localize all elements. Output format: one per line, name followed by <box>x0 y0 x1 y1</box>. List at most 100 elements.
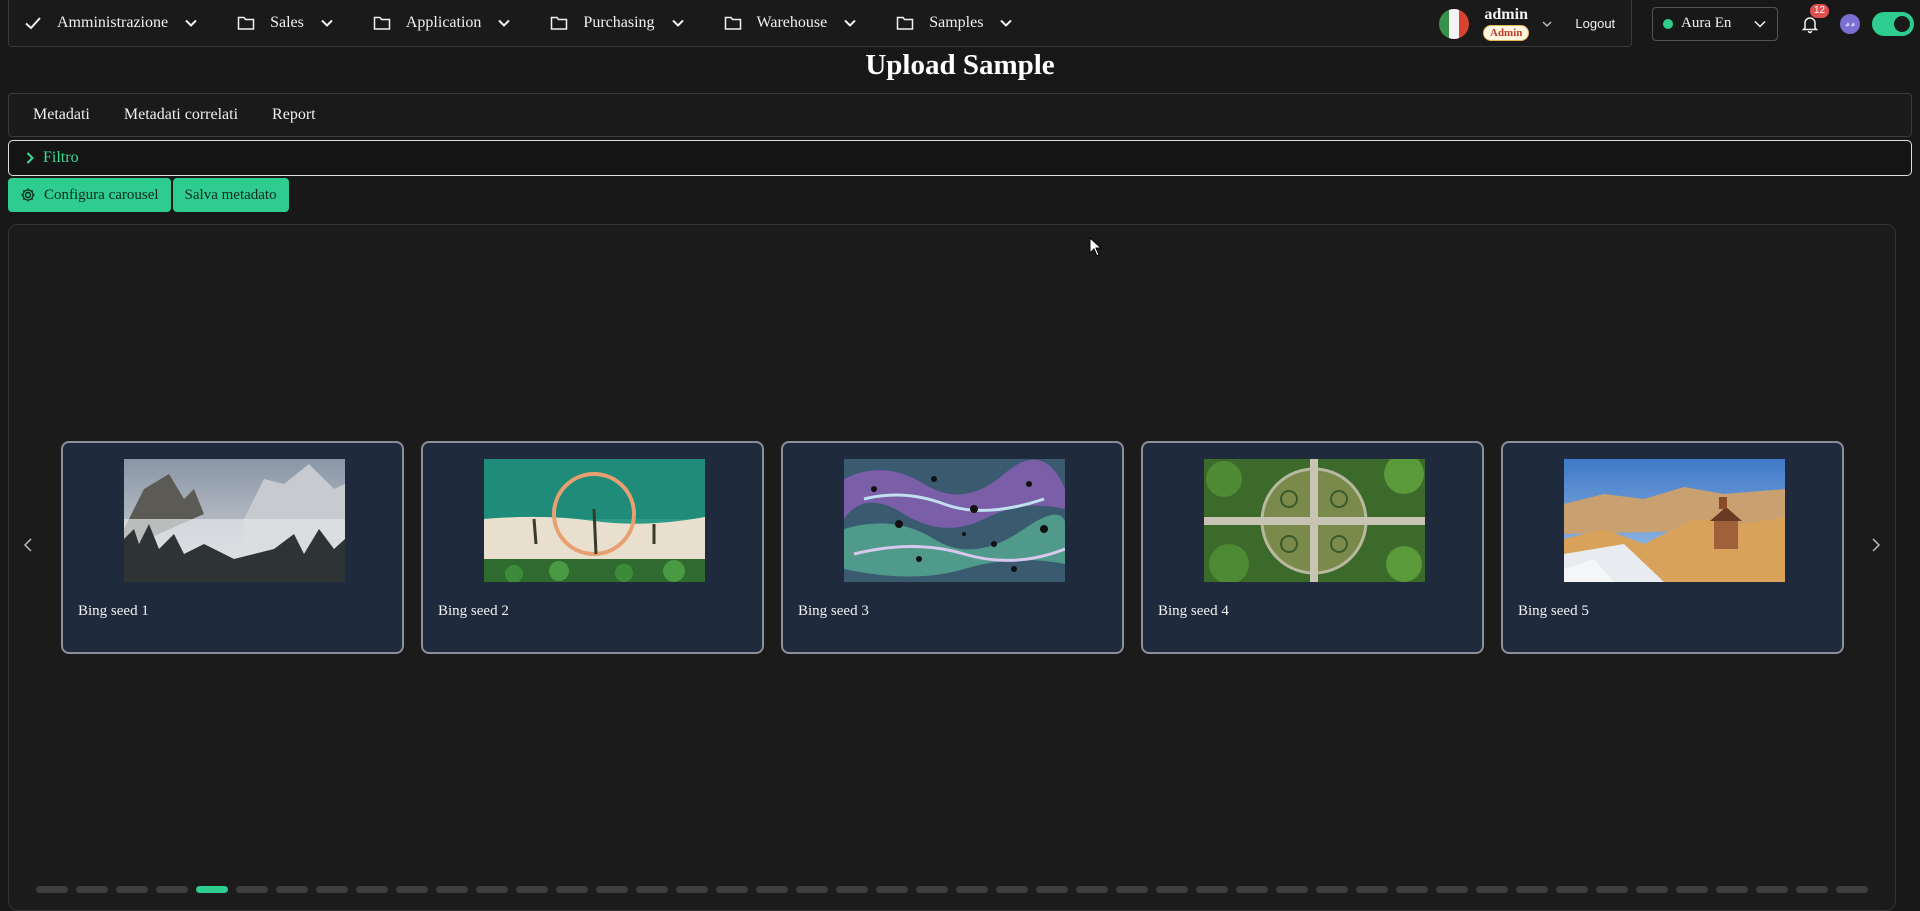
carousel-page-indicator[interactable] <box>1356 886 1388 893</box>
nav-item-purchasing[interactable]: Purchasing <box>549 0 684 46</box>
carousel-page-indicator[interactable] <box>1796 886 1828 893</box>
nav-item-warehouse[interactable]: Warehouse <box>723 0 858 46</box>
nav-item-label: Application <box>405 14 482 31</box>
filter-label: Filtro <box>43 149 79 166</box>
carousel-page-indicator[interactable] <box>116 886 148 893</box>
carousel-page-indicator[interactable] <box>1756 886 1788 893</box>
header-right-panel: Aura En 12 ◕◕ <box>1640 0 1920 47</box>
carousel-page-indicator[interactable] <box>516 886 548 893</box>
carousel-page-indicator[interactable] <box>316 886 348 893</box>
logout-button[interactable]: Logout <box>1575 16 1615 31</box>
carousel-page-indicator[interactable] <box>756 886 788 893</box>
carousel-page-indicator[interactable] <box>1236 886 1268 893</box>
carousel-page-indicator[interactable] <box>76 886 108 893</box>
carousel-page-indicator[interactable] <box>1516 886 1548 893</box>
abalone-shell-texture-image <box>844 459 1065 582</box>
tab-report[interactable]: Report <box>272 106 316 124</box>
user-name: admin <box>1484 5 1528 23</box>
carousel-page-indicator[interactable] <box>1556 886 1588 893</box>
folder-icon <box>549 13 569 33</box>
carousel-page-indicator[interactable] <box>1436 886 1468 893</box>
nav-item-amministrazione[interactable]: Amministrazione <box>23 0 198 46</box>
carousel-page-indicator[interactable] <box>596 886 628 893</box>
carousel-page-indicator[interactable] <box>1276 886 1308 893</box>
nav-item-sales[interactable]: Sales <box>236 0 334 46</box>
nav-item-label: Warehouse <box>756 14 828 31</box>
carousel-page-indicator[interactable] <box>1636 886 1668 893</box>
tab-metadati-correlati[interactable]: Metadati correlati <box>124 106 238 124</box>
carousel-page-indicator[interactable] <box>836 886 868 893</box>
mountain-chapel-sunset-image <box>1564 459 1785 582</box>
carousel-pagination <box>36 886 1868 893</box>
card-caption: Bing seed 3 <box>798 603 869 619</box>
chevron-down-icon <box>844 19 856 27</box>
carousel-page-indicator[interactable] <box>36 886 68 893</box>
tab-metadati[interactable]: Metadati <box>33 106 90 124</box>
carousel-page-indicator[interactable] <box>476 886 508 893</box>
user-info[interactable]: admin Admin <box>1483 5 1530 41</box>
carousel-page-indicator[interactable] <box>1596 886 1628 893</box>
carousel-page-indicator[interactable] <box>1116 886 1148 893</box>
italy-flag-icon[interactable] <box>1439 8 1469 39</box>
carousel-next-arrow-icon[interactable] <box>1866 536 1884 554</box>
carousel-page-indicator[interactable] <box>1716 886 1748 893</box>
carousel-page-indicator[interactable] <box>196 886 228 893</box>
carousel-page-indicator[interactable] <box>876 886 908 893</box>
carousel-card[interactable]: Bing seed 1 <box>61 441 404 654</box>
folder-icon <box>236 13 256 33</box>
carousel-page-indicator[interactable] <box>676 886 708 893</box>
carousel-page-indicator[interactable] <box>796 886 828 893</box>
carousel-page-indicator[interactable] <box>1036 886 1068 893</box>
carousel-page-indicator[interactable] <box>436 886 468 893</box>
carousel-page-indicator[interactable] <box>156 886 188 893</box>
carousel-card[interactable]: Bing seed 5 <box>1501 441 1844 654</box>
carousel-page-indicator[interactable] <box>996 886 1028 893</box>
carousel-card[interactable]: Bing seed 3 <box>781 441 1124 654</box>
save-metadata-button[interactable]: Salva metadato <box>172 178 289 212</box>
carousel-page-indicator[interactable] <box>1156 886 1188 893</box>
carousel-page-indicator[interactable] <box>556 886 588 893</box>
carousel-page-indicator[interactable] <box>1196 886 1228 893</box>
chevron-down-icon <box>185 19 197 27</box>
avatar[interactable]: ◕◕ <box>1840 13 1860 34</box>
carousel-page-indicator[interactable] <box>1316 886 1348 893</box>
carousel-page-indicator[interactable] <box>1676 886 1708 893</box>
carousel-page-indicator[interactable] <box>276 886 308 893</box>
notification-count-badge: 12 <box>1810 3 1830 18</box>
folder-icon <box>895 13 915 33</box>
save-metadata-label: Salva metadato <box>184 186 277 203</box>
carousel-page-indicator[interactable] <box>1076 886 1108 893</box>
folder-icon <box>372 13 392 33</box>
action-bar: Configura carousel Salva metadato <box>8 178 289 212</box>
gear-icon <box>21 188 35 202</box>
carousel-page-indicator[interactable] <box>396 886 428 893</box>
tab-bar: Metadati Metadati correlati Report <box>8 93 1912 137</box>
carousel-page-indicator[interactable] <box>956 886 988 893</box>
nav-item-application[interactable]: Application <box>372 0 512 46</box>
filter-panel-toggle[interactable]: Filtro <box>8 140 1912 176</box>
carousel-page-indicator[interactable] <box>1836 886 1868 893</box>
carousel-page-indicator[interactable] <box>916 886 948 893</box>
configure-carousel-button[interactable]: Configura carousel <box>8 178 171 212</box>
role-badge: Admin <box>1483 24 1530 41</box>
carousel-page-indicator[interactable] <box>1476 886 1508 893</box>
chevron-down-icon[interactable] <box>1541 18 1553 30</box>
dark-mode-toggle[interactable] <box>1872 11 1914 36</box>
card-caption: Bing seed 2 <box>438 603 509 619</box>
carousel-card[interactable]: Bing seed 2 <box>421 441 764 654</box>
theme-select[interactable]: Aura En <box>1652 6 1778 41</box>
carousel-page-indicator[interactable] <box>716 886 748 893</box>
carousel-page-indicator[interactable] <box>356 886 388 893</box>
carousel-prev-arrow-icon[interactable] <box>20 536 38 554</box>
carousel-page-indicator[interactable] <box>236 886 268 893</box>
nav-item-samples[interactable]: Samples <box>895 0 1013 46</box>
carousel-page-indicator[interactable] <box>1396 886 1428 893</box>
mouse-pointer-icon <box>1089 237 1103 257</box>
carousel-page-indicator[interactable] <box>636 886 668 893</box>
status-dot-icon <box>1663 18 1673 29</box>
aerial-beach-ring-image <box>484 459 705 582</box>
notifications-button[interactable]: 12 <box>1800 3 1830 34</box>
configure-carousel-label: Configura carousel <box>44 186 159 203</box>
carousel-card[interactable]: Bing seed 4 <box>1141 441 1484 654</box>
carousel-cards: Bing seed 1 Bing seed 2 Bing seed 3 Bing… <box>61 441 1844 654</box>
